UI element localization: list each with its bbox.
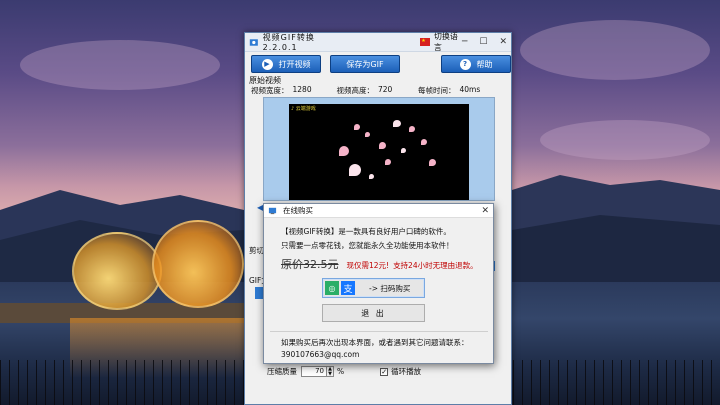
- width-label: 视频宽度：: [251, 86, 289, 95]
- petal: [421, 139, 427, 145]
- frame-label: 每帧时间：: [418, 86, 456, 95]
- original-price: 原价32.5元: [281, 258, 339, 271]
- title-bar: 视频GIF转换 2.2.0.1 切换语言 ─ ☐ ✕: [245, 31, 511, 53]
- quality-label: 压缩质量: [267, 367, 297, 376]
- maximize-icon[interactable]: ☐: [479, 37, 487, 47]
- video-overlay-text: ♪ 云端游戏: [291, 106, 316, 112]
- petal: [369, 174, 374, 179]
- open-video-label: 打开视频: [278, 59, 311, 69]
- dialog-close-icon[interactable]: ✕: [481, 206, 489, 216]
- contact-email: 390107663@qq.com: [281, 350, 360, 359]
- app-icon: [249, 38, 258, 46]
- cart-icon: [268, 207, 277, 215]
- petal: [354, 124, 360, 130]
- petal: [349, 164, 361, 176]
- dialog-intro-line2: 只需要一点零花钱，您就能永久全功能使用本软件！: [281, 241, 454, 250]
- petal: [339, 146, 349, 156]
- discount-price: 现仅需12元!: [346, 261, 390, 270]
- petal: [379, 142, 386, 149]
- exit-label: 退 出: [361, 308, 386, 318]
- purchase-dialog: 在线购买 ✕ 【视频GIF转换】是一款具有良好用户口碑的软件。 只需要一点零花钱…: [263, 203, 494, 364]
- bubble-tent: [152, 220, 244, 308]
- switch-language-button[interactable]: 切换语言: [434, 31, 462, 53]
- window-title: 视频GIF转换 2.2.0.1: [262, 33, 315, 52]
- refund-note: 支持24小时无理由退款。: [393, 261, 478, 270]
- play-icon: ▶: [261, 58, 273, 70]
- width-value: 1280: [292, 85, 312, 94]
- dialog-title-bar: 在线购买 ✕: [264, 204, 493, 218]
- alipay-icon: 支: [341, 281, 355, 295]
- petal: [401, 148, 406, 153]
- minimize-icon[interactable]: ─: [462, 37, 467, 47]
- cut-section-title: 剪切: [249, 246, 264, 255]
- quality-spinner[interactable]: ▲ ▼: [327, 366, 334, 377]
- china-flag-icon[interactable]: [420, 38, 430, 46]
- loop-checkbox[interactable]: ✓: [380, 367, 389, 376]
- preview-panel: ♪ 云端游戏: [263, 97, 495, 201]
- open-video-button[interactable]: ▶ 打开视频: [251, 55, 321, 73]
- window-controls: ─ ☐ ✕: [462, 37, 507, 47]
- scan-to-buy-label: -> 扫码购买: [369, 283, 411, 293]
- petal: [385, 159, 391, 165]
- petal: [393, 120, 401, 127]
- cloud: [520, 20, 710, 80]
- question-icon: ?: [459, 58, 471, 70]
- video-preview[interactable]: ♪ 云端游戏: [289, 104, 469, 200]
- percent-label: %: [337, 367, 345, 376]
- exit-button[interactable]: 退 出: [322, 304, 425, 322]
- petal: [429, 159, 436, 166]
- frame-value: 40ms: [459, 85, 481, 94]
- close-icon[interactable]: ✕: [499, 37, 507, 47]
- contact-line: 如果购买后再次出现本界面，或者遇到其它问题请联系：: [281, 338, 469, 347]
- toolbar: ▶ 打开视频 保存为GIF ? 帮助: [251, 55, 511, 73]
- bubble-tent: [72, 232, 162, 310]
- scan-to-buy-button[interactable]: ◎ 支 -> 扫码购买: [322, 278, 425, 298]
- help-label: 帮助: [476, 59, 493, 69]
- help-button[interactable]: ? 帮助: [441, 55, 511, 73]
- height-label: 视频高度：: [336, 86, 375, 95]
- video-info: 视频宽度： 1280 视频高度： 720 每帧时间： 40ms: [251, 85, 480, 96]
- price-row: 原价32.5元 现仅需12元! 支持24小时无理由退款。: [281, 256, 478, 272]
- height-value: 720: [378, 85, 393, 94]
- cloud: [20, 40, 220, 90]
- save-gif-label: 保存为GIF: [346, 59, 384, 69]
- petal: [365, 132, 370, 137]
- dialog-intro-line1: 【视频GIF转换】是一款具有良好用户口碑的软件。: [281, 227, 451, 236]
- wechat-pay-icon: ◎: [325, 281, 339, 295]
- dialog-title: 在线购买: [283, 206, 313, 215]
- quality-input[interactable]: 70: [301, 366, 327, 377]
- gif-settings: 压缩质量 70 ▲ ▼ % ✓ 循环播放: [267, 366, 421, 377]
- save-gif-button[interactable]: 保存为GIF: [330, 55, 400, 73]
- loop-label: 循环播放: [391, 367, 422, 376]
- divider: [270, 331, 488, 332]
- petal: [409, 126, 415, 132]
